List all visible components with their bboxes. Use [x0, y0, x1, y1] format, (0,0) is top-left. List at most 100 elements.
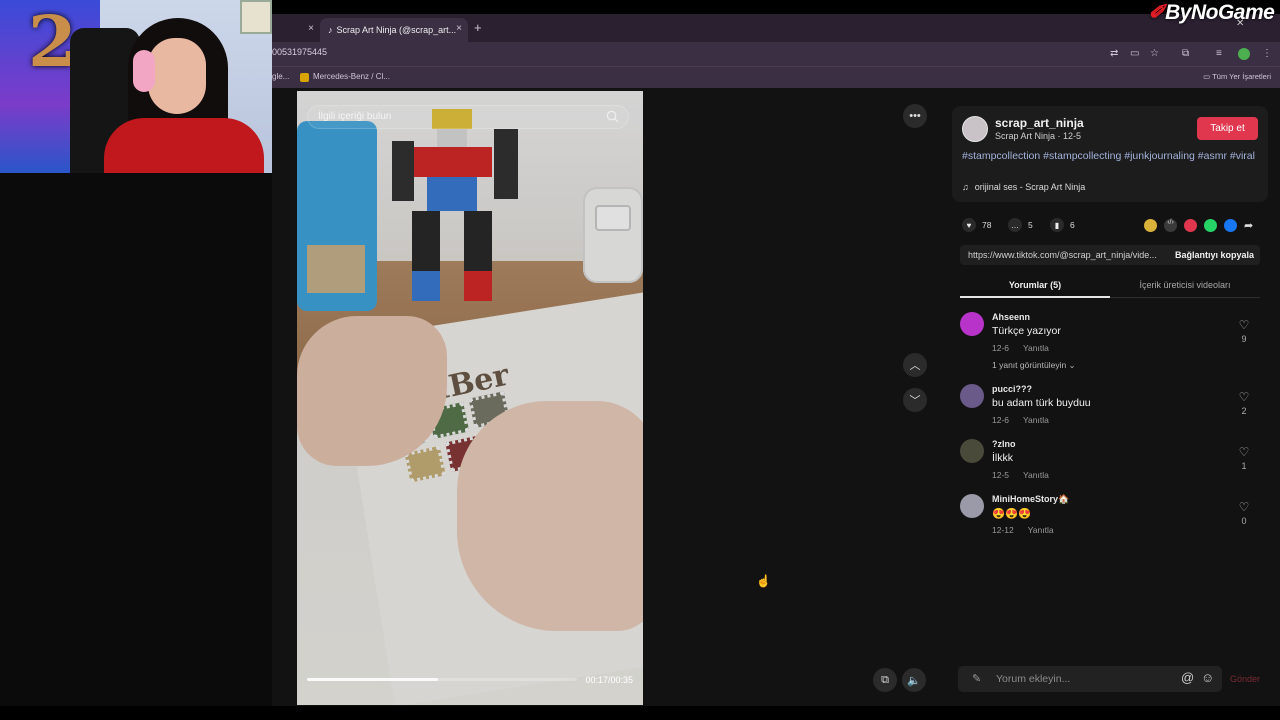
webcam-headphones: [133, 50, 155, 92]
commenter-avatar[interactable]: [960, 494, 984, 518]
share-link-box: https://www.tiktok.com/@scrap_art_ninja/…: [960, 245, 1260, 265]
url-text[interactable]: 00531975445: [272, 47, 327, 57]
commenter-username[interactable]: pucci???: [992, 384, 1032, 394]
commenter-username[interactable]: Ahseenn: [992, 312, 1030, 322]
address-bar[interactable]: 00531975445 ⇄ ▭ ☆ ⧉ ≡ ⋮: [272, 42, 1280, 66]
like-action[interactable]: ♥ 78: [962, 218, 991, 232]
comments-sidebar: scrap_art_ninja Scrap Art Ninja · 12-5 T…: [942, 90, 1280, 706]
tab-bar: × ♪ Scrap Art Ninja (@scrap_art... × +: [272, 14, 1280, 42]
cast-icon[interactable]: ▭: [1130, 48, 1139, 59]
video-dim-overlay: [297, 91, 643, 705]
share-arrow-icon[interactable]: ➦: [1244, 219, 1257, 232]
bookmark-item[interactable]: Mercedes-Benz / Cl...: [313, 72, 390, 81]
floating-player-button[interactable]: ⧉: [873, 668, 897, 692]
video-timestamp: 00:17/00:35: [585, 675, 633, 685]
view-replies-button[interactable]: 1 yanıt görüntüleyin ⌄: [992, 360, 1076, 371]
commenter-avatar[interactable]: [960, 439, 984, 463]
reply-button[interactable]: Yanıtla: [1028, 525, 1054, 535]
bottom-black-bar: [0, 706, 1280, 720]
share-telegram-icon[interactable]: [1184, 219, 1197, 232]
comment-date: 12-5: [992, 470, 1010, 480]
share-facebook-icon[interactable]: [1224, 219, 1237, 232]
bookmark-item[interactable]: gle...: [272, 72, 289, 81]
send-comment-button[interactable]: Gönder: [1230, 674, 1260, 684]
pip-icon: ⧉: [881, 673, 889, 686]
comment-meta: 12-6 Yanıtla: [992, 415, 1049, 425]
heart-outline-icon: ♡: [1238, 390, 1250, 404]
emoji-icon[interactable]: ☺: [1201, 670, 1214, 685]
tiktok-icon: ♪: [328, 25, 333, 35]
comment-text: İlkkk: [992, 452, 1013, 464]
comment-count: 5: [1028, 220, 1033, 230]
share-repost-icon[interactable]: [1144, 219, 1157, 232]
all-bookmarks[interactable]: ▭ Tüm Yer İşaretleri: [1203, 72, 1271, 81]
sidebar-tabs: Yorumlar (5) İçerik üreticisi videoları: [960, 274, 1260, 298]
close-tab-icon[interactable]: ×: [308, 23, 314, 34]
media-icon[interactable]: ≡: [1216, 48, 1222, 59]
new-tab-button[interactable]: +: [474, 20, 482, 35]
comment-input[interactable]: ✎ Yorum ekleyin... @ ☺: [958, 666, 1222, 692]
previous-video-button[interactable]: ︿: [903, 353, 927, 377]
save-action[interactable]: ▮ 6: [1050, 218, 1075, 232]
follow-button[interactable]: Takip et: [1197, 117, 1258, 140]
extensions-icon[interactable]: ⧉: [1182, 48, 1189, 59]
comment-action[interactable]: … 5: [1008, 218, 1033, 232]
more-options-button[interactable]: •••: [903, 104, 927, 128]
video-hashtags[interactable]: #stampcollection #stampcollecting #junkj…: [962, 150, 1262, 164]
author-card: scrap_art_ninja Scrap Art Ninja · 12-5 T…: [952, 106, 1268, 202]
comment-text: bu adam türk buyduu: [992, 397, 1091, 409]
video-progress-fill: [307, 678, 439, 681]
comment-text: 😍😍😍: [992, 508, 1032, 520]
translate-icon[interactable]: ⇄: [1110, 48, 1118, 59]
video-progress-bar[interactable]: [307, 678, 577, 681]
screen: 2 × ♪ Scrap Art Ninja (@scrap_art... × +…: [0, 0, 1280, 720]
mention-icon[interactable]: @: [1181, 670, 1194, 685]
menu-icon[interactable]: ⋮: [1262, 48, 1272, 59]
tab-creator-videos[interactable]: İçerik üreticisi videoları: [1110, 274, 1260, 298]
share-link-url[interactable]: https://www.tiktok.com/@scrap_art_ninja/…: [968, 250, 1157, 260]
browser-tab-active[interactable]: ♪ Scrap Art Ninja (@scrap_art... ×: [320, 18, 468, 42]
commenter-username[interactable]: MiniHomeStory🏠: [992, 494, 1069, 505]
reply-button[interactable]: Yanıtla: [1023, 470, 1049, 480]
window-close-icon[interactable]: ✕: [1236, 18, 1244, 29]
music-link[interactable]: ♫ orijinal ses - Scrap Art Ninja: [962, 182, 1085, 192]
comment-like-count: 9: [1241, 334, 1247, 344]
next-video-button[interactable]: ﹀: [903, 388, 927, 412]
star-icon[interactable]: ☆: [1150, 48, 1159, 59]
reply-button[interactable]: Yanıtla: [1023, 343, 1049, 353]
heart-outline-icon: ♡: [1238, 500, 1250, 514]
comment-date: 12-6: [992, 415, 1010, 425]
heart-outline-icon: ♡: [1238, 318, 1250, 332]
volume-button[interactable]: 🔈: [902, 668, 926, 692]
comment-like[interactable]: ♡ 1: [1236, 446, 1252, 471]
commenter-username[interactable]: ?zlno: [992, 439, 1016, 449]
comment-meta: 12-5 Yanıtla: [992, 470, 1049, 480]
embed-icon[interactable]: ‹/›: [1164, 219, 1177, 232]
profile-avatar[interactable]: [1238, 48, 1250, 60]
close-tab-icon[interactable]: ×: [456, 23, 462, 34]
comment-like[interactable]: ♡ 9: [1236, 319, 1252, 344]
folder-icon: ▭: [1203, 72, 1213, 81]
video-player[interactable]: eMBer İlgili içeriği bulun 00:17/00:35: [297, 91, 643, 705]
commenter-avatar[interactable]: [960, 312, 984, 336]
webcam-poster: [240, 0, 272, 34]
brand-mark-icon: ✐: [1148, 1, 1166, 24]
share-whatsapp-icon[interactable]: [1204, 219, 1217, 232]
reply-button[interactable]: Yanıtla: [1023, 415, 1049, 425]
search-icon[interactable]: [606, 110, 619, 123]
comment-like[interactable]: ♡ 2: [1236, 391, 1252, 416]
webcam-person-shirt: [104, 118, 264, 173]
author-username[interactable]: scrap_art_ninja: [995, 116, 1084, 130]
all-bookmarks-label: Tüm Yer İşaretleri: [1212, 72, 1271, 81]
tab-comments[interactable]: Yorumlar (5): [960, 274, 1110, 298]
comment-like-count: 1: [1241, 461, 1247, 471]
author-avatar[interactable]: [962, 116, 988, 142]
comment-like[interactable]: ♡ 0: [1236, 501, 1252, 526]
related-search-box[interactable]: İlgili içeriği bulun: [307, 105, 629, 129]
copy-link-button[interactable]: Bağlantıyı kopyala: [1175, 250, 1254, 260]
commenter-avatar[interactable]: [960, 384, 984, 408]
music-note-icon: ♫: [962, 182, 969, 192]
heart-outline-icon: ♡: [1238, 445, 1250, 459]
browser-tab[interactable]: ×: [272, 18, 320, 42]
speaker-icon: 🔈: [907, 674, 921, 687]
